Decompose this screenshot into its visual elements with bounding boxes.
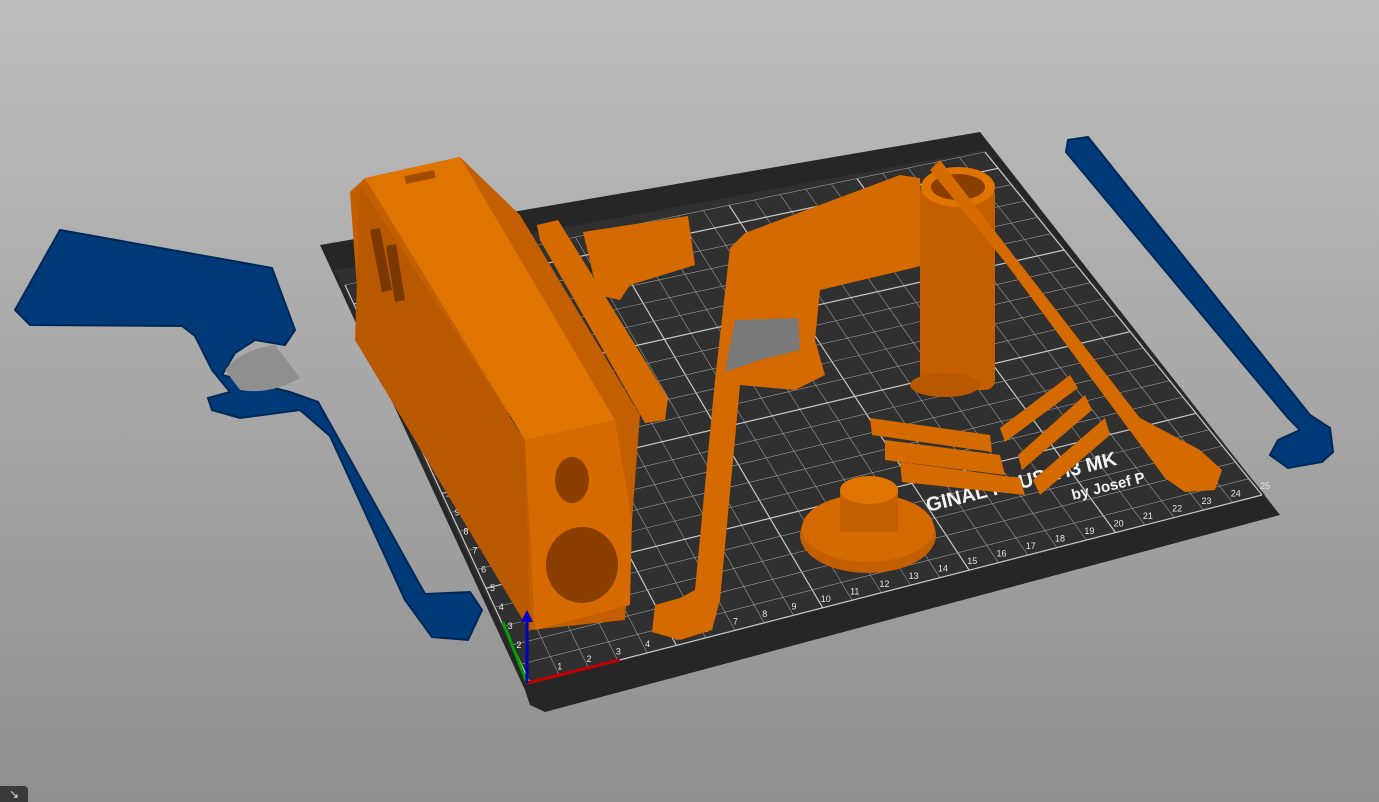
x-tick-label: 24 — [1231, 489, 1241, 499]
y-tick-label: 3 — [508, 621, 513, 631]
collapse-sidebar-icon[interactable]: ↘ — [0, 786, 28, 802]
x-tick-label: 20 — [1114, 519, 1124, 529]
x-tick-label: 10 — [821, 594, 831, 604]
x-tick-label: 11 — [850, 586, 859, 596]
x-tick-label: 19 — [1084, 526, 1094, 536]
y-tick-label: 5 — [490, 583, 495, 593]
y-tick-label: 2 — [516, 640, 521, 650]
x-tick-label: 1 — [557, 661, 562, 671]
x-tick-label: 18 — [1055, 534, 1065, 544]
x-tick-label: 14 — [938, 564, 948, 574]
x-tick-label: 21 — [1143, 511, 1153, 521]
y-tick-label: 7 — [472, 545, 477, 555]
x-tick-label: 25 — [1260, 481, 1270, 491]
x-tick-label: 8 — [762, 609, 767, 619]
x-tick-label: 13 — [909, 571, 919, 581]
x-tick-label: 17 — [1026, 541, 1036, 551]
y-tick-label: 4 — [499, 602, 504, 612]
x-tick-label: 3 — [616, 646, 621, 656]
x-tick-label: 12 — [879, 579, 889, 589]
x-tick-label: 15 — [967, 556, 977, 566]
model-tube[interactable] — [910, 167, 995, 397]
3d-viewport[interactable]: GINAL PRUSA i3 MK by Josef P 12345678910… — [0, 0, 1379, 802]
x-tick-label: 7 — [733, 616, 738, 626]
x-tick-label: 22 — [1172, 504, 1182, 514]
3d-scene[interactable]: GINAL PRUSA i3 MK by Josef P 12345678910… — [0, 0, 1379, 802]
x-tick-label: 9 — [792, 601, 797, 611]
x-tick-label: 16 — [996, 549, 1006, 559]
x-tick-label: 4 — [645, 639, 650, 649]
y-tick-label: 6 — [481, 564, 486, 574]
x-tick-label: 2 — [587, 654, 592, 664]
x-tick-label: 23 — [1201, 496, 1211, 506]
